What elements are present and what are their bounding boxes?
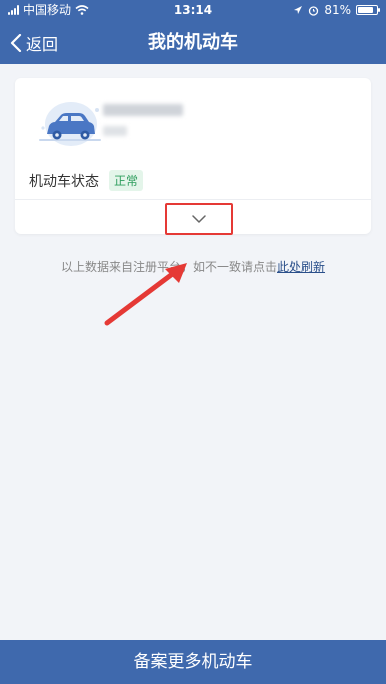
chevron-down-icon bbox=[192, 215, 206, 223]
top-header: 中国移动 13:14 81% 返回 我的机动车 bbox=[0, 0, 386, 64]
status-badge: 正常 bbox=[109, 170, 144, 191]
vehicle-info-blurred bbox=[103, 126, 127, 136]
status-bar: 中国移动 13:14 81% bbox=[0, 0, 386, 20]
car-icon bbox=[39, 102, 101, 146]
vehicle-card: 机动车状态 正常 bbox=[15, 78, 371, 235]
vehicle-status-row: 机动车状态 正常 bbox=[29, 170, 144, 191]
status-right: 81% bbox=[293, 0, 380, 20]
data-source-hint: 以上数据来自注册平台，如不一致请点击此处刷新 bbox=[0, 258, 386, 275]
nav-bar: 返回 我的机动车 bbox=[0, 22, 386, 64]
back-button[interactable]: 返回 bbox=[10, 22, 58, 64]
hint-text: 以上数据来自注册平台，如不一致请点击 bbox=[60, 260, 277, 274]
divider bbox=[15, 199, 371, 200]
plate-number-blurred bbox=[103, 104, 183, 116]
battery-icon bbox=[356, 5, 380, 15]
location-icon bbox=[294, 6, 303, 14]
battery-text: 81% bbox=[324, 3, 351, 17]
refresh-link[interactable]: 此处刷新 bbox=[277, 260, 325, 274]
back-label: 返回 bbox=[26, 35, 59, 54]
chevron-left-icon bbox=[10, 34, 22, 52]
alarm-icon bbox=[309, 5, 319, 16]
add-more-vehicles-button[interactable]: 备案更多机动车 bbox=[0, 640, 386, 684]
status-label: 机动车状态 bbox=[29, 173, 99, 190]
screen: 中国移动 13:14 81% 返回 我的机动车 机动车状态 正常 以上数据来自注… bbox=[0, 0, 386, 684]
expand-button[interactable] bbox=[165, 203, 233, 235]
